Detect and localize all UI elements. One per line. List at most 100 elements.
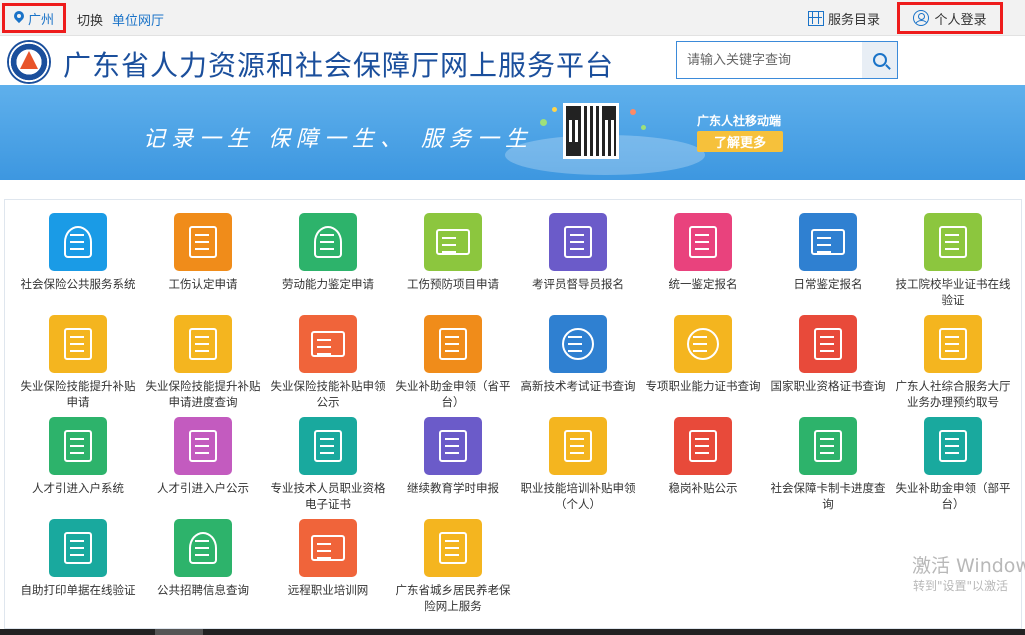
service-tile-icon[interactable] bbox=[49, 213, 107, 271]
service-item[interactable]: 社会保险公共服务系统 bbox=[18, 213, 138, 292]
service-label: 远程职业培训网 bbox=[287, 583, 369, 597]
service-tile-icon[interactable] bbox=[799, 315, 857, 373]
service-item[interactable]: 职业技能培训补贴申领（个人） bbox=[518, 417, 638, 512]
service-label: 继续教育学时申报 bbox=[407, 481, 499, 495]
service-item[interactable]: 自助打印单据在线验证 bbox=[18, 519, 138, 598]
service-item[interactable]: 工伤预防项目申请 bbox=[393, 213, 513, 292]
service-label: 日常鉴定报名 bbox=[793, 277, 863, 291]
service-item[interactable]: 专业技术人员职业资格电子证书 bbox=[268, 417, 388, 512]
service-item[interactable]: 社会保障卡制卡进度查询 bbox=[768, 417, 888, 512]
service-item[interactable]: 劳动能力鉴定申请 bbox=[268, 213, 388, 292]
switch-link[interactable]: 切换 bbox=[77, 10, 103, 29]
service-tile-icon[interactable] bbox=[924, 213, 982, 271]
service-tile-icon[interactable] bbox=[799, 213, 857, 271]
unit-hall-link[interactable]: 单位网厅 bbox=[112, 10, 164, 29]
service-label: 工伤认定申请 bbox=[168, 277, 238, 291]
service-item[interactable]: 失业保险技能提升补贴申请进度查询 bbox=[143, 315, 263, 410]
service-item[interactable]: 失业补助金申领（部平台） bbox=[893, 417, 1013, 512]
search-button[interactable] bbox=[862, 42, 897, 78]
service-tile-icon[interactable] bbox=[674, 417, 732, 475]
service-item[interactable]: 考评员督导员报名 bbox=[518, 213, 638, 292]
service-tile-icon[interactable] bbox=[299, 315, 357, 373]
service-tile-icon[interactable] bbox=[549, 417, 607, 475]
service-item[interactable]: 公共招聘信息查询 bbox=[143, 519, 263, 598]
service-item[interactable]: 广东人社综合服务大厅业务办理预约取号 bbox=[893, 315, 1013, 410]
service-label: 自助打印单据在线验证 bbox=[20, 583, 136, 597]
service-tile-icon[interactable] bbox=[674, 315, 732, 373]
service-item[interactable]: 失业保险技能补贴申领公示 bbox=[268, 315, 388, 410]
service-tile-icon[interactable] bbox=[49, 315, 107, 373]
decor-dot bbox=[540, 119, 547, 126]
service-label: 失业保险技能补贴申领公示 bbox=[270, 379, 386, 409]
learn-more-button[interactable]: 了解更多 bbox=[697, 131, 783, 152]
services-panel: 社会保险公共服务系统 工伤认定申请 劳动能力鉴定申请 工伤预防项目申请 考评员督导员报名… bbox=[4, 199, 1022, 629]
service-tile-icon[interactable] bbox=[424, 417, 482, 475]
document-icon bbox=[314, 430, 342, 462]
service-tile-icon[interactable] bbox=[924, 315, 982, 373]
service-tile-icon[interactable] bbox=[424, 213, 482, 271]
document-icon bbox=[687, 328, 719, 360]
service-directory-link[interactable]: 服务目录 bbox=[808, 9, 880, 28]
user-icon bbox=[913, 10, 930, 26]
service-tile-icon[interactable] bbox=[49, 519, 107, 577]
activation-watermark-title: 激活 Window bbox=[912, 555, 1025, 577]
document-icon bbox=[564, 430, 592, 462]
document-icon bbox=[439, 430, 467, 462]
city-selector[interactable]: 广州 bbox=[2, 3, 66, 33]
service-item[interactable]: 高新技术考试证书查询 bbox=[518, 315, 638, 394]
service-tile-icon[interactable] bbox=[924, 417, 982, 475]
service-label: 失业补助金申领（省平台） bbox=[395, 379, 511, 409]
service-tile-icon[interactable] bbox=[424, 519, 482, 577]
login-label: 个人登录 bbox=[934, 12, 987, 28]
service-item[interactable]: 失业保险技能提升补贴申请 bbox=[18, 315, 138, 410]
decor-dot bbox=[630, 109, 636, 115]
service-tile-icon[interactable] bbox=[299, 417, 357, 475]
service-label: 广东人社综合服务大厅业务办理预约取号 bbox=[895, 379, 1011, 409]
service-tile-icon[interactable] bbox=[174, 315, 232, 373]
service-item[interactable]: 远程职业培训网 bbox=[268, 519, 388, 598]
service-tile-icon[interactable] bbox=[174, 213, 232, 271]
service-tile-icon[interactable] bbox=[49, 417, 107, 475]
service-item[interactable]: 人才引进入户公示 bbox=[143, 417, 263, 496]
service-tile-icon[interactable] bbox=[299, 519, 357, 577]
document-icon bbox=[939, 226, 967, 258]
document-icon bbox=[189, 532, 217, 564]
service-item[interactable]: 失业补助金申领（省平台） bbox=[393, 315, 513, 410]
service-item[interactable]: 国家职业资格证书查询 bbox=[768, 315, 888, 394]
service-tile-icon[interactable] bbox=[674, 213, 732, 271]
service-tile-icon[interactable] bbox=[799, 417, 857, 475]
service-item[interactable]: 技工院校毕业证书在线验证 bbox=[893, 213, 1013, 308]
service-item[interactable]: 继续教育学时申报 bbox=[393, 417, 513, 496]
banner: 记录一生 保障一生、 服务一生 广东人社移动端 了解更多 bbox=[0, 85, 1025, 180]
service-item[interactable]: 日常鉴定报名 bbox=[768, 213, 888, 292]
document-icon bbox=[436, 229, 470, 255]
service-item[interactable]: 人才引进入户系统 bbox=[18, 417, 138, 496]
service-tile-icon[interactable] bbox=[424, 315, 482, 373]
document-icon bbox=[439, 532, 467, 564]
document-icon bbox=[311, 535, 345, 561]
document-icon bbox=[64, 430, 92, 462]
service-label: 统一鉴定报名 bbox=[668, 277, 738, 291]
document-icon bbox=[64, 226, 92, 258]
building-icon bbox=[808, 11, 824, 26]
service-item[interactable]: 工伤认定申请 bbox=[143, 213, 263, 292]
search-box bbox=[676, 41, 898, 79]
document-icon bbox=[189, 226, 217, 258]
service-tile-icon[interactable] bbox=[549, 315, 607, 373]
service-label: 失业补助金申领（部平台） bbox=[895, 481, 1011, 511]
service-item[interactable]: 统一鉴定报名 bbox=[643, 213, 763, 292]
document-icon bbox=[689, 226, 717, 258]
service-label: 高新技术考试证书查询 bbox=[520, 379, 636, 393]
service-item[interactable]: 广东省城乡居民养老保险网上服务 bbox=[393, 519, 513, 614]
logo-icon[interactable] bbox=[7, 40, 51, 84]
service-item[interactable]: 专项职业能力证书查询 bbox=[643, 315, 763, 394]
service-tile-icon[interactable] bbox=[174, 417, 232, 475]
service-tile-icon[interactable] bbox=[549, 213, 607, 271]
personal-login-button[interactable]: 个人登录 bbox=[897, 2, 1003, 34]
search-input[interactable] bbox=[677, 42, 862, 78]
service-tile-icon[interactable] bbox=[299, 213, 357, 271]
location-pin-icon bbox=[14, 11, 24, 25]
service-tile-icon[interactable] bbox=[174, 519, 232, 577]
service-label: 专项职业能力证书查询 bbox=[645, 379, 761, 393]
service-item[interactable]: 稳岗补贴公示 bbox=[643, 417, 763, 496]
